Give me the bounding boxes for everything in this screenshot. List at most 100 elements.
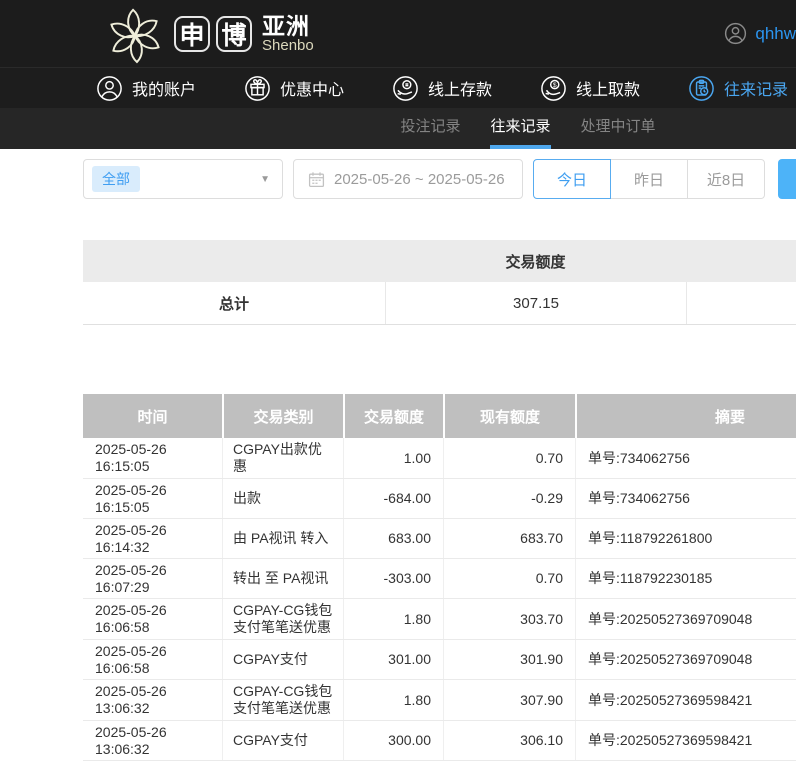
calendar-icon (308, 171, 325, 188)
cell-amount: -303.00 (343, 559, 443, 598)
sub-nav: 投注记录 往来记录 处理中订单 (0, 108, 796, 149)
cell-type: 转出 至 PA视讯 (222, 559, 343, 598)
column-header-time: 时间 (83, 394, 222, 438)
column-header-balance: 现有额度 (443, 394, 575, 438)
nav-item-records[interactable]: 往来记录 (688, 75, 788, 102)
logo-subtitle: Shenbo (262, 38, 314, 54)
cell-summary: 单号:118792230185 (575, 559, 796, 598)
nav-item-deposit[interactable]: 线上存款 (392, 75, 492, 102)
cell-time: 2025-05-26 16:07:29 (83, 559, 222, 598)
tab-transaction-records[interactable]: 往来记录 (490, 108, 550, 149)
logo-char-shen: 申 (174, 16, 210, 52)
cell-balance: 0.70 (443, 559, 575, 598)
summary-total-value: 307.15 (385, 282, 686, 324)
type-select[interactable]: 全部 ▼ (83, 159, 283, 199)
cell-amount: 1.00 (343, 438, 443, 478)
summary-header-spacer (686, 240, 796, 282)
top-header: 申 博 亚洲 Shenbo qhhw (0, 0, 796, 67)
table-row: 2025-05-26 13:06:32 CGPAY-CG钱包支付笔笔送优惠 1.… (83, 680, 796, 721)
cell-amount: 1.80 (343, 599, 443, 639)
cell-amount: -684.00 (343, 479, 443, 518)
summary-table: 交易额度 总计 307.15 (83, 240, 796, 325)
cell-summary: 单号:20250527369709048 (575, 640, 796, 679)
main-nav: 我的账户 优惠中心 线上存款 (0, 67, 796, 108)
yesterday-button[interactable]: 昨日 (610, 159, 688, 199)
cell-balance: 306.10 (443, 721, 575, 760)
user-icon (96, 75, 123, 102)
nav-label: 我的账户 (132, 76, 196, 100)
transactions-body: 2025-05-26 16:15:05 CGPAY出款优惠 1.00 0.70 … (83, 438, 796, 761)
cell-time: 2025-05-26 16:14:32 (83, 519, 222, 558)
cell-amount: 300.00 (343, 721, 443, 760)
summary-header-row: 交易额度 (83, 240, 796, 282)
table-row: 2025-05-26 16:06:58 CGPAY支付 301.00 301.9… (83, 640, 796, 680)
summary-header-spacer (83, 240, 385, 282)
table-row: 2025-05-26 16:15:05 CGPAY出款优惠 1.00 0.70 … (83, 438, 796, 479)
cell-type: 出款 (222, 479, 343, 518)
table-row: 2025-05-26 13:06:32 CGPAY支付 300.00 306.1… (83, 721, 796, 761)
last-8-days-button[interactable]: 近8日 (687, 159, 765, 199)
summary-total-label: 总计 (83, 282, 385, 324)
tab-bet-records[interactable]: 投注记录 (400, 108, 460, 149)
nav-label: 优惠中心 (280, 76, 344, 100)
nav-item-promotions[interactable]: 优惠中心 (244, 75, 344, 102)
quick-date-buttons: 今日 昨日 近8日 (533, 159, 765, 199)
cell-time: 2025-05-26 16:06:58 (83, 599, 222, 639)
cell-time: 2025-05-26 16:06:58 (83, 640, 222, 679)
brand-logo[interactable]: 申 博 亚洲 Shenbo (106, 4, 314, 64)
filter-bar: 全部 ▼ 2025-05-26 ~ 2025-05-26 今日 昨日 近8日 (83, 159, 796, 199)
date-range-input[interactable]: 2025-05-26 ~ 2025-05-26 (293, 159, 523, 199)
cell-balance: 301.90 (443, 640, 575, 679)
cell-type: 由 PA视讯 转入 (222, 519, 343, 558)
user-account[interactable]: qhhw (724, 0, 796, 67)
cell-summary: 单号:118792261800 (575, 519, 796, 558)
records-icon (688, 75, 715, 102)
column-header-summary: 摘要 (575, 394, 796, 438)
nav-label: 往来记录 (724, 76, 788, 100)
search-button[interactable] (778, 159, 796, 199)
gift-icon (244, 75, 271, 102)
content-area: 全部 ▼ 2025-05-26 ~ 2025-05-26 今日 昨日 近8日 (83, 159, 796, 761)
summary-empty-cell (686, 282, 796, 324)
cell-summary: 单号:734062756 (575, 479, 796, 518)
cell-balance: 683.70 (443, 519, 575, 558)
cell-summary: 单号:734062756 (575, 438, 796, 478)
avatar-icon (724, 22, 747, 45)
table-row: 2025-05-26 16:15:05 出款 -684.00 -0.29 单号:… (83, 479, 796, 519)
cell-balance: 307.90 (443, 680, 575, 720)
cell-balance: 303.70 (443, 599, 575, 639)
summary-total-row: 总计 307.15 (83, 282, 796, 325)
chevron-down-icon: ▼ (260, 174, 270, 185)
nav-item-withdraw[interactable]: $ 线上取款 (540, 75, 640, 102)
cell-balance: 0.70 (443, 438, 575, 478)
summary-header-label: 交易额度 (385, 240, 686, 282)
cell-amount: 301.00 (343, 640, 443, 679)
cell-time: 2025-05-26 13:06:32 (83, 721, 222, 760)
tab-pending-orders[interactable]: 处理中订单 (581, 108, 656, 149)
cell-time: 2025-05-26 16:15:05 (83, 479, 222, 518)
nav-label: 线上取款 (576, 76, 640, 100)
cell-amount: 683.00 (343, 519, 443, 558)
cell-type: CGPAY出款优惠 (222, 438, 343, 478)
cell-type: CGPAY支付 (222, 640, 343, 679)
username-label: qhhw (755, 24, 796, 44)
cell-time: 2025-05-26 16:15:05 (83, 438, 222, 478)
svg-text:$: $ (553, 81, 557, 88)
cell-summary: 单号:20250527369598421 (575, 680, 796, 720)
deposit-icon (392, 75, 419, 102)
cell-summary: 单号:20250527369598421 (575, 721, 796, 760)
transactions-header: 时间 交易类别 交易额度 现有额度 摘要 (83, 394, 796, 438)
flower-logo-icon (106, 4, 164, 64)
date-range-value: 2025-05-26 ~ 2025-05-26 (334, 171, 505, 188)
table-row: 2025-05-26 16:07:29 转出 至 PA视讯 -303.00 0.… (83, 559, 796, 599)
table-row: 2025-05-26 16:14:32 由 PA视讯 转入 683.00 683… (83, 519, 796, 559)
column-header-amount: 交易额度 (343, 394, 443, 438)
today-button[interactable]: 今日 (533, 159, 611, 199)
cell-type: CGPAY支付 (222, 721, 343, 760)
transactions-table: 时间 交易类别 交易额度 现有额度 摘要 2025-05-26 16:15:05… (83, 394, 796, 761)
cell-time: 2025-05-26 13:06:32 (83, 680, 222, 720)
cell-balance: -0.29 (443, 479, 575, 518)
logo-region-text: 亚洲 (262, 14, 314, 38)
cell-type: CGPAY-CG钱包支付笔笔送优惠 (222, 599, 343, 639)
nav-item-my-account[interactable]: 我的账户 (96, 75, 196, 102)
